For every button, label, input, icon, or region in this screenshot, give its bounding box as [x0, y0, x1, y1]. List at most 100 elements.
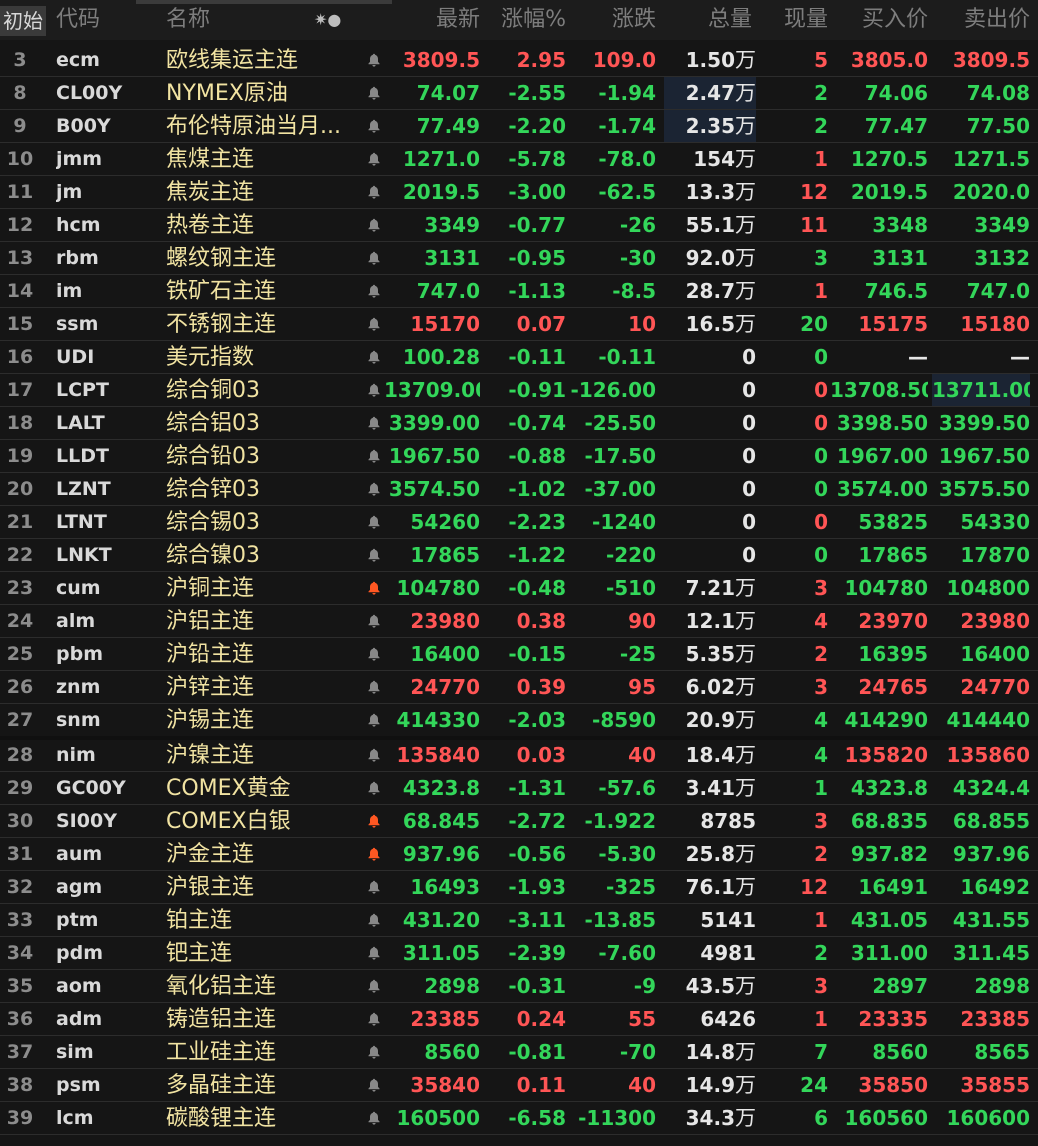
alert-bell-icon[interactable] [364, 275, 384, 308]
column-header-code[interactable]: 代码 [56, 0, 100, 40]
column-header-ask[interactable]: 卖出价 [932, 0, 1030, 40]
reset-button[interactable]: 初始 [0, 6, 46, 36]
table-row[interactable]: 14 im 铁矿石主连 747.0 -1.13 -8.5 28.7万 1 746.5 747.0 [0, 275, 1038, 308]
alert-bell-active-icon[interactable] [364, 572, 384, 605]
bid-price: 8560 [872, 1040, 928, 1064]
alert-bell-icon[interactable] [364, 1069, 384, 1102]
table-row[interactable]: 16 UDI 美元指数 100.28 -0.11 -0.11 0 0 — — [0, 341, 1038, 374]
table-row[interactable]: 37 sim 工业硅主连 8560 -0.81 -70 14.8万 7 8560 8565 [0, 1036, 1038, 1069]
alert-bell-icon[interactable] [364, 1102, 384, 1135]
change-value: 95 [628, 675, 656, 699]
table-row[interactable]: 12 hcm 热卷主连 3349 -0.77 -26 55.1万 11 3348 3349 [0, 209, 1038, 242]
table-row[interactable]: 20 LZNT 综合锌03 3574.50 -1.02 -37.00 0 0 3574.00 35… [0, 473, 1038, 506]
column-header-current-volume[interactable]: 现量 [770, 0, 828, 40]
alert-bell-icon[interactable] [364, 772, 384, 805]
symbol-code: UDI [56, 346, 95, 368]
alert-bell-icon[interactable] [364, 904, 384, 937]
symbol-name: 铸造铝主连 [166, 1007, 277, 1032]
column-header-bid[interactable]: 买入价 [830, 0, 928, 40]
last-price: 8560 [424, 1040, 480, 1064]
table-row[interactable]: 34 pdm 钯主连 311.05 -2.39 -7.60 4981 2 311.00 311.4… [0, 937, 1038, 970]
column-header-name[interactable]: 名称 [166, 0, 210, 40]
table-row[interactable]: 39 lcm 碳酸锂主连 160500 -6.58 -11300 34.3万 6 160560 1… [0, 1102, 1038, 1135]
column-header-pct[interactable]: 涨幅% [484, 0, 566, 40]
table-row[interactable]: 38 psm 多晶硅主连 35840 0.11 40 14.9万 24 35850 35855 [0, 1069, 1038, 1102]
table-row[interactable]: 22 LNKT 综合镍03 17865 -1.22 -220 0 0 17865 17870 [0, 539, 1038, 572]
alert-bell-active-icon[interactable] [364, 805, 384, 838]
alert-bell-icon[interactable] [364, 143, 384, 176]
row-index: 31 [6, 843, 34, 865]
alert-bell-icon[interactable] [364, 671, 384, 704]
volume-unit: 万 [735, 114, 756, 138]
table-row[interactable]: 21 LTNT 综合锡03 54260 -2.23 -1240 0 0 53825 54330 [0, 506, 1038, 539]
volume-value: 12.1 [685, 609, 735, 633]
column-header-change[interactable]: 涨跌 [570, 0, 656, 40]
column-header-icons[interactable]: ✷● [314, 0, 341, 40]
table-row[interactable]: 17 LCPT 综合铜03 13709.00 -0.91 -126.00 0 0 13708.5… [0, 374, 1038, 407]
alert-bell-icon[interactable] [364, 473, 384, 506]
table-row[interactable]: 33 ptm 铂主连 431.20 -3.11 -13.85 5141 1 431.05 431.… [0, 904, 1038, 937]
alert-bell-icon[interactable] [364, 1036, 384, 1069]
change-percent: 0.39 [516, 675, 566, 699]
alert-bell-icon[interactable] [364, 77, 384, 110]
table-row[interactable]: 29 GC00Y COMEX黄金 4323.8 -1.31 -57.6 3.41万 1 4323… [0, 772, 1038, 805]
alert-bell-icon[interactable] [364, 209, 384, 242]
alert-bell-active-icon[interactable] [364, 838, 384, 871]
row-index: 29 [6, 777, 34, 799]
column-header-last[interactable]: 最新 [384, 0, 480, 40]
alert-bell-icon[interactable] [364, 341, 384, 374]
bid-price: 13708.50 [830, 378, 928, 402]
change-percent: -0.31 [508, 974, 566, 998]
alert-bell-icon[interactable] [364, 308, 384, 341]
table-row[interactable]: 9 B00Y 布伦特原油当月... 77.49 -2.20 -1.74 2.35万 2 77.4… [0, 110, 1038, 143]
table-row[interactable]: 10 jmm 焦煤主连 1271.0 -5.78 -78.0 154万 1 1270.5 1271… [0, 143, 1038, 176]
table-row[interactable]: 3 ecm 欧线集运主连 3809.5 2.95 109.0 1.50万 5 3805.0 380… [0, 44, 1038, 77]
alert-bell-icon[interactable] [364, 638, 384, 671]
alert-bell-icon[interactable] [364, 44, 384, 77]
alert-bell-icon[interactable] [364, 539, 384, 572]
table-row[interactable]: 13 rbm 螺纹钢主连 3131 -0.95 -30 92.0万 3 3131 3132 [0, 242, 1038, 275]
table-row[interactable]: 19 LLDT 综合铅03 1967.50 -0.88 -17.50 0 0 1967.00 19… [0, 440, 1038, 473]
symbol-code: LNKT [56, 544, 112, 566]
table-row[interactable]: 24 alm 沪铝主连 23980 0.38 90 12.1万 4 23970 23980 [0, 605, 1038, 638]
table-row[interactable]: 35 aom 氧化铝主连 2898 -0.31 -9 43.5万 3 2897 2898 [0, 970, 1038, 1003]
change-percent: -1.13 [508, 279, 566, 303]
symbol-code: lcm [56, 1107, 94, 1129]
table-row[interactable]: 8 CL00Y NYMEX原油 74.07 -2.55 -1.94 2.47万 2 74.06 7… [0, 77, 1038, 110]
alert-bell-icon[interactable] [364, 176, 384, 209]
volume-unit: 万 [735, 213, 756, 237]
alert-bell-icon[interactable] [364, 970, 384, 1003]
table-row[interactable]: 18 LALT 综合铝03 3399.00 -0.74 -25.50 0 0 3398.50 33… [0, 407, 1038, 440]
table-row[interactable]: 30 SI00Y COMEX白银 68.845 -2.72 -1.922 8785 3 68.8… [0, 805, 1038, 838]
alert-bell-icon[interactable] [364, 374, 384, 407]
alert-bell-icon[interactable] [364, 242, 384, 275]
alert-bell-icon[interactable] [364, 871, 384, 904]
alert-bell-icon[interactable] [364, 605, 384, 638]
alert-bell-icon[interactable] [364, 704, 384, 737]
table-row[interactable]: 32 agm 沪银主连 16493 -1.93 -325 76.1万 12 16491 16492 [0, 871, 1038, 904]
table-row[interactable]: 11 jm 焦炭主连 2019.5 -3.00 -62.5 13.3万 12 2019.5 202… [0, 176, 1038, 209]
table-row[interactable]: 28 nim 沪镍主连 135840 0.03 40 18.4万 4 135820 135860 [0, 739, 1038, 772]
alert-bell-icon[interactable] [364, 110, 384, 143]
table-row[interactable]: 27 snm 沪锡主连 414330 -2.03 -8590 20.9万 4 414290 414… [0, 704, 1038, 737]
alert-bell-icon[interactable] [364, 937, 384, 970]
alert-bell-icon[interactable] [364, 407, 384, 440]
alert-bell-icon[interactable] [364, 739, 384, 772]
column-header-volume[interactable]: 总量 [664, 0, 752, 40]
volume-unit: 万 [735, 1040, 756, 1064]
table-row[interactable]: 15 ssm 不锈钢主连 15170 0.07 10 16.5万 20 15175 15180 [0, 308, 1038, 341]
change-percent: -0.91 [508, 378, 566, 402]
ask-price: 414440 [946, 708, 1031, 732]
volume-unit: 万 [735, 1073, 756, 1097]
current-volume: 12 [800, 875, 828, 899]
table-row[interactable]: 31 aum 沪金主连 937.96 -0.56 -5.30 25.8万 2 937.82 937… [0, 838, 1038, 871]
ask-price: 4324.4 [952, 776, 1030, 800]
table-row[interactable]: 26 znm 沪锌主连 24770 0.39 95 6.02万 3 24765 24770 [0, 671, 1038, 704]
alert-bell-icon[interactable] [364, 1003, 384, 1036]
alert-bell-icon[interactable] [364, 440, 384, 473]
table-row[interactable]: 36 adm 铸造铝主连 23385 0.24 55 6426 1 23335 23385 [0, 1003, 1038, 1036]
table-row[interactable]: 25 pbm 沪铅主连 16400 -0.15 -25 5.35万 2 16395 16400 [0, 638, 1038, 671]
total-volume: 20.9万 [664, 704, 756, 737]
table-row[interactable]: 23 cum 沪铜主连 104780 -0.48 -510 7.21万 3 104780 1048… [0, 572, 1038, 605]
alert-bell-icon[interactable] [364, 506, 384, 539]
